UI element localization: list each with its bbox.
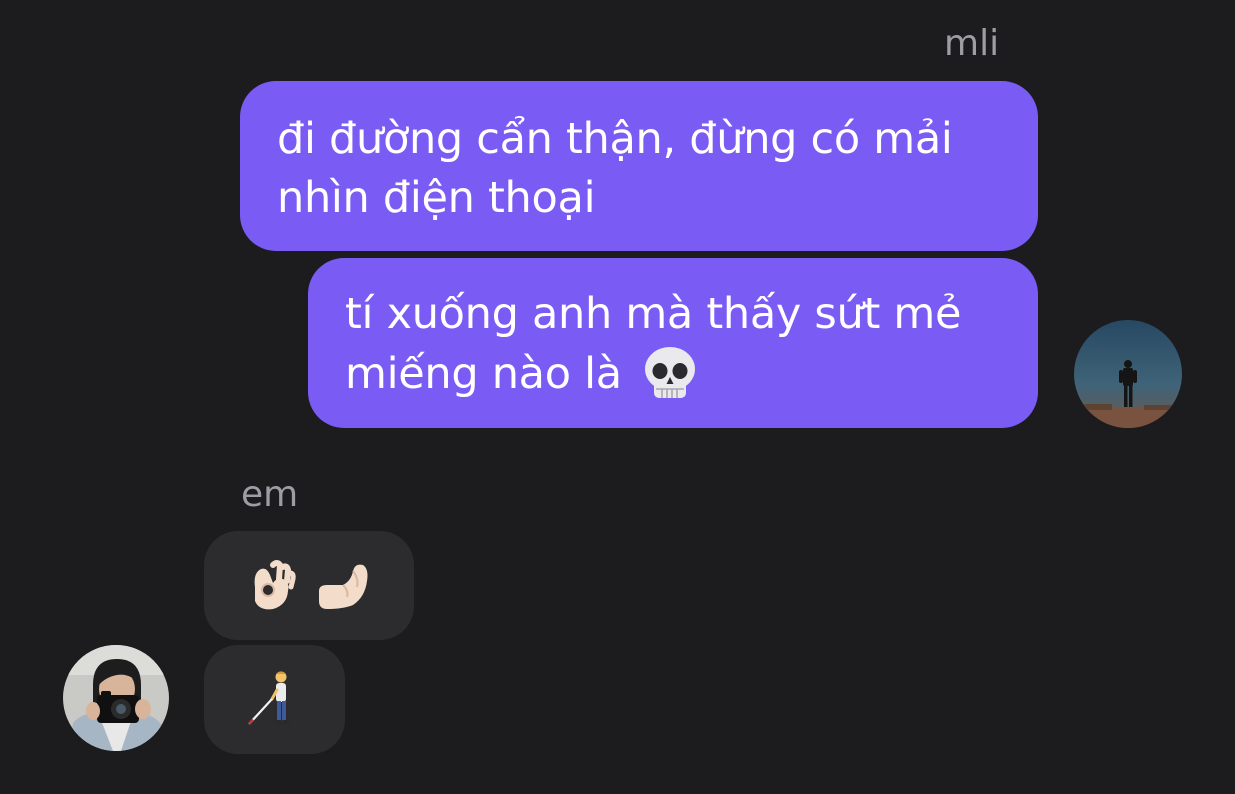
person-with-white-cane-emoji xyxy=(243,668,307,732)
ok-hand-emoji xyxy=(243,557,301,615)
pinching-hand-emoji xyxy=(313,557,375,615)
incoming-user-avatar[interactable] xyxy=(63,645,169,751)
message-line: nhìn điện thoại xyxy=(277,173,596,223)
outgoing-message-bubble[interactable]: đi đường cẩn thận, đừng có mải nhìn điện… xyxy=(240,81,1038,251)
message-line: miếng nào là xyxy=(345,344,1008,404)
outgoing-message-bubble[interactable]: tí xuống anh mà thấy sứt mẻ miếng nào là xyxy=(308,258,1038,428)
outgoing-user-avatar[interactable] xyxy=(1074,320,1182,428)
incoming-sender-name: em xyxy=(241,474,299,515)
message-line-text: miếng nào là xyxy=(345,348,622,399)
skull-emoji xyxy=(640,344,700,404)
outgoing-sender-name: mli xyxy=(944,23,1000,64)
message-line: đi đường cẩn thận, đừng có mải xyxy=(277,114,953,164)
incoming-message-bubble[interactable] xyxy=(204,645,345,754)
incoming-message-bubble[interactable] xyxy=(204,531,414,640)
message-line: tí xuống anh mà thấy sứt mẻ xyxy=(345,289,962,339)
